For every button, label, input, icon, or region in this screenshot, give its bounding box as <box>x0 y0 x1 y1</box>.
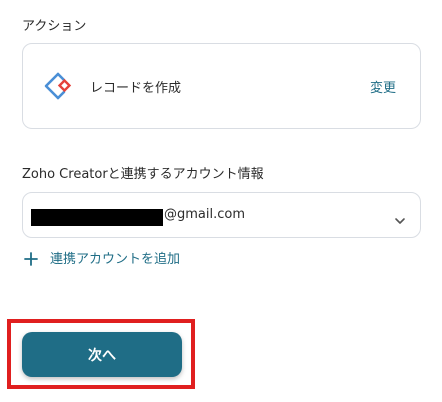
page: アクション レコードを作成 変更 Zoho Creatorと連携するアカウント情… <box>0 0 442 402</box>
action-card: レコードを作成 変更 <box>22 43 421 129</box>
plus-icon <box>24 251 38 266</box>
account-select[interactable]: @gmail.com <box>22 192 421 238</box>
selected-account-email: @gmail.com <box>164 207 246 222</box>
change-action-link[interactable]: 変更 <box>370 77 396 96</box>
redacted-account-name <box>31 209 163 226</box>
add-account-link[interactable]: 連携アカウントを追加 <box>24 248 180 267</box>
action-name: レコードを作成 <box>90 81 182 96</box>
action-section-label: アクション <box>22 19 87 34</box>
chevron-down-icon[interactable] <box>394 211 406 224</box>
account-section-label: Zoho Creatorと連携するアカウント情報 <box>22 167 264 182</box>
zoho-creator-icon <box>42 70 74 102</box>
next-button[interactable]: 次へ <box>22 332 182 377</box>
add-account-label: 連携アカウントを追加 <box>50 252 181 267</box>
